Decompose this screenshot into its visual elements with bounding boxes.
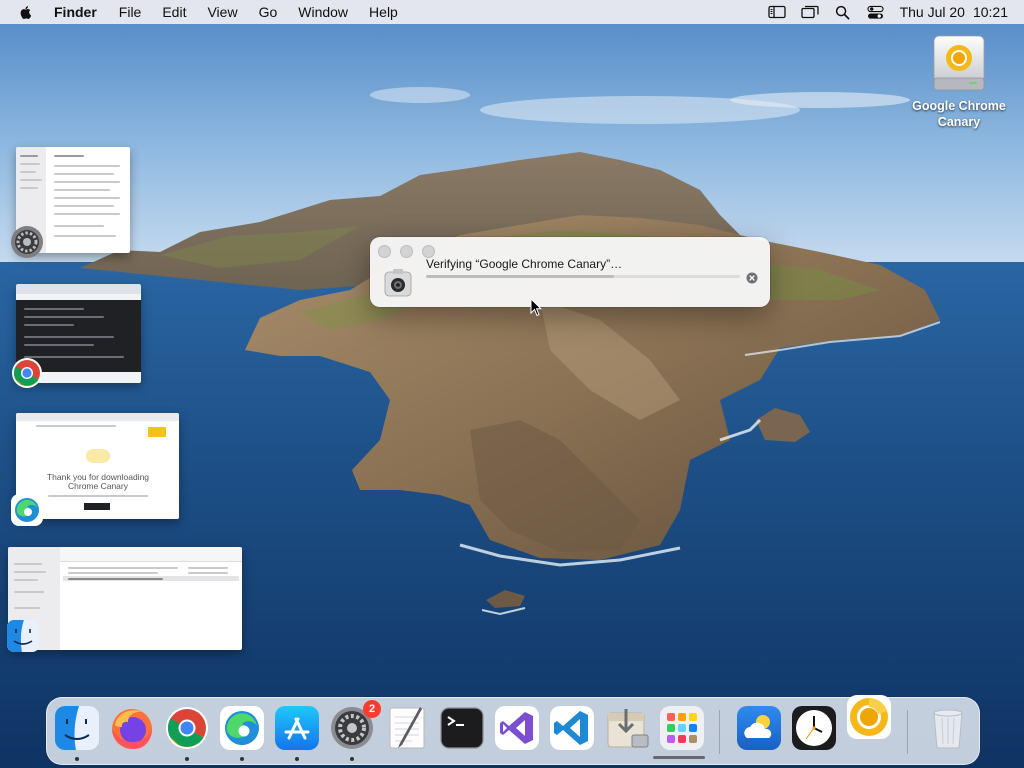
dock-item-trash[interactable] (925, 705, 971, 751)
menu-app-finder[interactable]: Finder (54, 4, 97, 20)
menu-help[interactable]: Help (369, 4, 398, 20)
dock-item-edge[interactable] (219, 705, 265, 761)
vscode-icon (550, 706, 594, 750)
system-settings-gear-icon (10, 225, 44, 259)
visual-studio-icon (495, 706, 539, 750)
dock-item-textedit[interactable] (384, 705, 430, 751)
clock-date: Thu Jul 20 (899, 4, 965, 20)
desktop-icon-chrome-canary-volume[interactable]: Google Chrome Canary (904, 34, 1014, 130)
window-thumbnail (8, 547, 242, 650)
edge-icon (10, 493, 44, 527)
menu-bar-status-area: Thu Jul 20 10:21 (754, 0, 1008, 24)
screen-mirroring-icon[interactable] (800, 4, 820, 20)
running-indicator (350, 757, 354, 761)
disk-image-drive-icon (931, 34, 987, 94)
stage-group-chrome[interactable] (10, 284, 144, 390)
dock: 2 (46, 694, 980, 765)
app-store-icon (275, 706, 319, 750)
chrome-icon (10, 356, 44, 390)
menu-window[interactable]: Window (298, 4, 348, 20)
dock-separator (907, 710, 908, 754)
edge-icon (220, 706, 264, 750)
dock-scroll-indicator (653, 756, 705, 759)
dock-item-weather[interactable] (736, 705, 782, 751)
dock-item-system-settings[interactable]: 2 (329, 700, 381, 761)
running-indicator (240, 757, 244, 761)
dock-item-vscode[interactable] (549, 705, 595, 751)
finder-icon (6, 619, 40, 653)
cancel-x-icon[interactable] (746, 271, 758, 284)
dock-item-app-store[interactable] (274, 705, 320, 761)
launchpad-icon (660, 706, 704, 750)
dock-item-clock[interactable] (791, 705, 837, 751)
menu-file[interactable]: File (119, 4, 142, 20)
chrome-canary-icon (847, 695, 891, 739)
dock-item-launchpad[interactable] (659, 705, 705, 751)
dock-item-terminal[interactable] (439, 705, 485, 751)
verifying-dialog: Verifying “Google Chrome Canary”… (370, 237, 770, 307)
progress-fill (426, 275, 615, 278)
finder-icon (55, 706, 99, 750)
firefox-icon (112, 709, 152, 749)
minimize-window-button[interactable] (400, 245, 413, 258)
trash-icon (933, 709, 963, 749)
stage-group-system-settings[interactable] (10, 147, 132, 259)
spotlight-search-icon[interactable] (833, 4, 853, 20)
dialog-title: Verifying “Google Chrome Canary”… (426, 257, 623, 271)
control-center-icon[interactable] (866, 4, 886, 20)
menu-view[interactable]: View (207, 4, 237, 20)
verification-progress-bar (426, 275, 740, 278)
weather-icon (737, 706, 781, 750)
running-indicator (185, 757, 189, 761)
menu-bar-clock[interactable]: Thu Jul 20 10:21 (900, 4, 1008, 20)
sidebar-icon[interactable] (767, 4, 787, 20)
chrome-icon (166, 707, 208, 749)
dock-item-installer[interactable] (604, 705, 650, 751)
dock-item-chrome-canary[interactable] (846, 694, 892, 740)
dock-separator (719, 710, 720, 754)
desktop-icon-label: Google Chrome Canary (912, 99, 1006, 129)
textedit-icon (389, 707, 425, 749)
terminal-icon (440, 707, 484, 749)
stage-group-edge[interactable]: Thank you for downloading Chrome Canary (10, 413, 182, 527)
menu-go[interactable]: Go (259, 4, 278, 20)
menu-bar: Finder File Edit View Go Window Help Thu… (0, 0, 1024, 24)
menu-edit[interactable]: Edit (162, 4, 186, 20)
close-window-button[interactable] (378, 245, 391, 258)
dock-item-visual-studio[interactable] (494, 705, 540, 751)
dock-item-finder[interactable] (54, 705, 100, 761)
clock-icon (792, 706, 836, 750)
edge-page-thank-you-text: Thank you for downloading Chrome Canary (46, 472, 150, 491)
disk-image-icon (382, 267, 414, 299)
mouse-pointer-icon (530, 298, 542, 317)
running-indicator (75, 757, 79, 761)
apple-logo-icon[interactable] (18, 3, 36, 21)
stage-group-finder[interactable] (6, 547, 246, 655)
clock-time: 10:21 (972, 4, 1008, 20)
dock-item-firefox[interactable] (109, 705, 155, 751)
dock-item-chrome[interactable] (164, 705, 210, 761)
running-indicator (295, 757, 299, 761)
notification-badge: 2 (363, 700, 381, 718)
installer-icon (607, 709, 649, 748)
